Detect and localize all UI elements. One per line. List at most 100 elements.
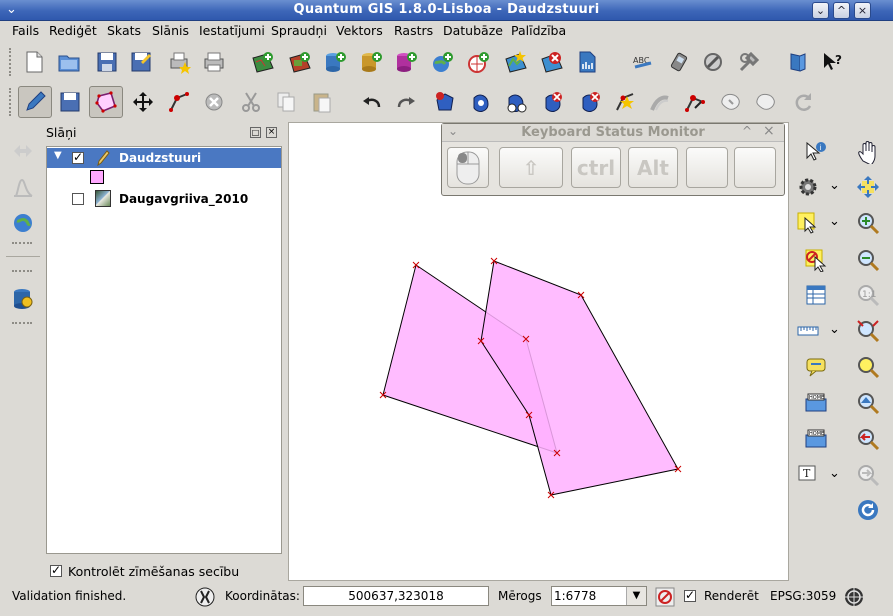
select-features-icon[interactable] bbox=[795, 210, 821, 236]
float-panel-icon[interactable]: □ bbox=[250, 127, 261, 138]
menu-help[interactable]: Palīdzība bbox=[511, 23, 566, 38]
layer-row-daugavgriiva[interactable]: Daugavgriiva_2010 bbox=[47, 189, 281, 209]
ksm-titlebar[interactable]: ⌄ Keyboard Status Monitor ^ × bbox=[442, 123, 784, 142]
coordinates-field[interactable]: 500637,323018 bbox=[303, 586, 489, 606]
menu-view[interactable]: Skats bbox=[107, 23, 141, 38]
whats-this-icon[interactable]: ? bbox=[820, 49, 846, 75]
menu-database[interactable]: Datubāze bbox=[443, 23, 503, 38]
select-dropdown-arrow[interactable]: ⌄ bbox=[829, 214, 840, 229]
render-order-checkbox[interactable] bbox=[50, 563, 62, 577]
database-icon[interactable] bbox=[10, 286, 36, 312]
plugin-icon[interactable] bbox=[700, 49, 726, 75]
menu-file[interactable]: Fails bbox=[12, 23, 39, 38]
crs-globe-icon[interactable] bbox=[841, 584, 867, 610]
add-wfs-icon[interactable] bbox=[465, 49, 491, 75]
spell-check-icon[interactable]: ABC bbox=[630, 49, 656, 75]
add-vector-icon[interactable] bbox=[250, 49, 276, 75]
globe-icon[interactable] bbox=[10, 210, 36, 236]
open-project-icon[interactable] bbox=[56, 49, 82, 75]
layer-visibility-checkbox[interactable] bbox=[72, 193, 84, 205]
menu-settings[interactable]: Iestatījumi bbox=[199, 23, 265, 38]
merge-attributes-icon[interactable] bbox=[718, 89, 744, 115]
menu-edit[interactable]: Rediģēt bbox=[49, 23, 97, 38]
delete-selected-icon[interactable] bbox=[201, 89, 227, 115]
browser-icon[interactable] bbox=[10, 138, 36, 164]
print-composer-icon[interactable] bbox=[166, 49, 192, 75]
coordinate-toggle-icon[interactable] bbox=[192, 584, 218, 610]
menu-vector[interactable]: Vektors bbox=[336, 23, 383, 38]
action-gear-icon[interactable] bbox=[795, 174, 821, 200]
render-checkbox[interactable] bbox=[684, 588, 696, 602]
zoom-actual-icon[interactable]: 1:1 bbox=[855, 282, 881, 308]
gps-icon[interactable] bbox=[666, 49, 692, 75]
zoom-layer-icon[interactable] bbox=[855, 390, 881, 416]
add-wms-icon[interactable] bbox=[429, 49, 455, 75]
move-feature-icon[interactable] bbox=[130, 89, 156, 115]
node-tool-icon[interactable] bbox=[166, 89, 192, 115]
scale-combobox[interactable]: 1:6778 ▼ bbox=[551, 586, 647, 606]
save-as-icon[interactable] bbox=[128, 49, 154, 75]
toolbar-grip[interactable] bbox=[9, 48, 12, 76]
histogram-icon[interactable] bbox=[10, 174, 36, 200]
zoom-selection-icon[interactable] bbox=[855, 354, 881, 380]
show-bookmarks-icon[interactable]: HOME bbox=[803, 426, 829, 452]
reshape-icon[interactable] bbox=[577, 89, 603, 115]
minimize-button[interactable]: ⌄ bbox=[812, 2, 829, 19]
expand-arrow-icon[interactable]: ▼ bbox=[54, 150, 62, 161]
save-edits-icon[interactable] bbox=[57, 89, 83, 115]
zoom-in-icon[interactable] bbox=[855, 210, 881, 236]
print-icon[interactable] bbox=[201, 49, 227, 75]
layer-visibility-checkbox[interactable] bbox=[72, 150, 84, 164]
add-delimited-text-icon[interactable] bbox=[574, 49, 600, 75]
identify-icon[interactable]: i bbox=[803, 139, 829, 165]
menu-layer[interactable]: Slānis bbox=[152, 23, 189, 38]
split-features-icon[interactable] bbox=[647, 89, 673, 115]
delete-ring-icon[interactable] bbox=[503, 89, 529, 115]
refresh-icon[interactable] bbox=[855, 497, 881, 523]
deselect-icon[interactable] bbox=[803, 247, 829, 273]
new-bookmark-icon[interactable]: HOME bbox=[803, 390, 829, 416]
zoom-next-icon[interactable] bbox=[855, 462, 881, 488]
add-mssql-icon[interactable] bbox=[393, 49, 419, 75]
toggle-editing-icon[interactable] bbox=[18, 86, 52, 118]
undo-icon[interactable] bbox=[358, 89, 384, 115]
pan-icon[interactable] bbox=[855, 139, 881, 165]
add-ring-icon[interactable] bbox=[432, 89, 458, 115]
menu-raster[interactable]: Rastrs bbox=[394, 23, 433, 38]
new-shapefile-icon[interactable] bbox=[503, 49, 529, 75]
keyboard-status-monitor[interactable]: ⌄ Keyboard Status Monitor ^ × ⇧ ctrl Alt bbox=[441, 123, 785, 196]
close-button[interactable]: × bbox=[854, 2, 871, 19]
menu-plugins[interactable]: Spraudņi bbox=[271, 23, 327, 38]
remove-layer-icon[interactable] bbox=[539, 49, 565, 75]
ksm-collapse-icon[interactable]: ^ bbox=[742, 124, 752, 138]
offset-curve-icon[interactable] bbox=[612, 89, 638, 115]
stop-render-icon[interactable] bbox=[652, 584, 678, 610]
help-book-icon[interactable] bbox=[785, 49, 811, 75]
layer-row-daudzstuuri[interactable]: ▼ Daudzstuuri bbox=[47, 148, 281, 168]
add-postgis-icon[interactable] bbox=[322, 49, 348, 75]
toolbar-grip[interactable] bbox=[9, 88, 12, 116]
text-annotation-icon[interactable]: T bbox=[795, 462, 821, 488]
save-project-icon[interactable] bbox=[94, 49, 120, 75]
delete-part-icon[interactable] bbox=[540, 89, 566, 115]
action-dropdown-arrow[interactable]: ⌄ bbox=[829, 178, 840, 193]
attribute-table-icon[interactable] bbox=[803, 282, 829, 308]
copy-icon[interactable] bbox=[273, 89, 299, 115]
paste-icon[interactable] bbox=[309, 89, 335, 115]
zoom-out-icon[interactable] bbox=[855, 247, 881, 273]
add-raster-icon[interactable] bbox=[287, 49, 313, 75]
redo-icon[interactable] bbox=[394, 89, 420, 115]
rotate-point-icon[interactable] bbox=[790, 89, 816, 115]
close-panel-icon[interactable]: × bbox=[266, 127, 277, 138]
new-project-icon[interactable] bbox=[21, 49, 47, 75]
crs-label[interactable]: EPSG:3059 bbox=[770, 589, 836, 603]
zoom-full-icon[interactable] bbox=[855, 318, 881, 344]
merge-features-icon[interactable] bbox=[682, 89, 708, 115]
measure-icon[interactable] bbox=[795, 318, 821, 344]
add-part-icon[interactable] bbox=[468, 89, 494, 115]
layer-tree[interactable]: ▼ Daudzstuuri Daugavgriiva_2010 bbox=[46, 146, 282, 554]
zoom-last-icon[interactable] bbox=[855, 426, 881, 452]
measure-dropdown-arrow[interactable]: ⌄ bbox=[829, 322, 840, 337]
cut-icon[interactable] bbox=[238, 89, 264, 115]
map-tips-icon[interactable] bbox=[803, 354, 829, 380]
